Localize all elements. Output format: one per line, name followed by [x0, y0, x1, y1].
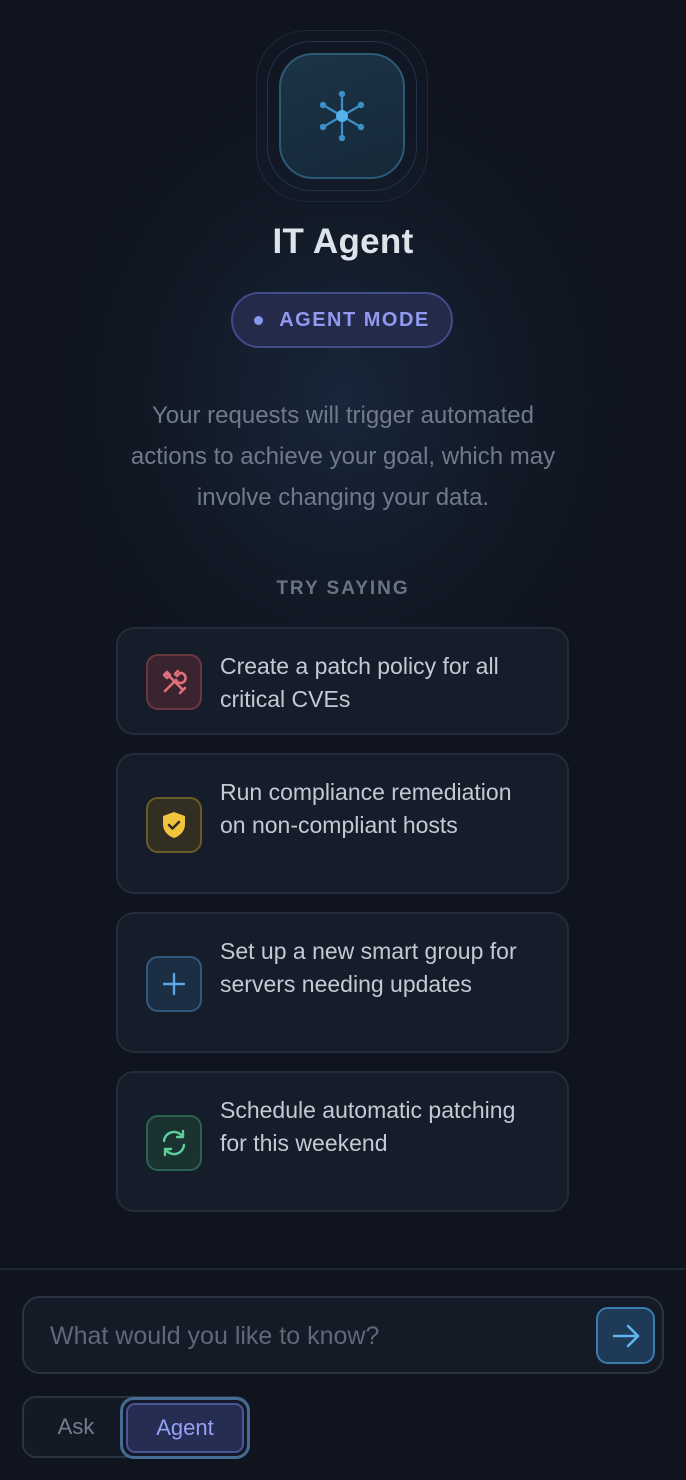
- agent-mode-button[interactable]: Agent: [120, 1397, 250, 1459]
- agent-welcome-screen: IT Agent AGENT MODE Your requests will t…: [0, 0, 686, 1480]
- send-button[interactable]: [596, 1307, 655, 1364]
- suggestion-card[interactable]: Run compliance remediation on non-compli…: [116, 753, 569, 894]
- suggestion-card[interactable]: Schedule automatic patching for this wee…: [116, 1071, 569, 1212]
- suggestion-text: Create a patch policy for all critical C…: [220, 653, 499, 712]
- agent-logo: [279, 53, 405, 179]
- plus-icon: [146, 956, 202, 1012]
- arrow-right-icon: [612, 1324, 639, 1347]
- mode-toggle: Ask Agent: [22, 1396, 250, 1459]
- agent-mode-label: Agent: [126, 1403, 244, 1453]
- message-composer: [22, 1296, 664, 1374]
- agent-description: Your requests will trigger automated act…: [130, 402, 556, 511]
- refresh-icon: [146, 1115, 202, 1171]
- agent-mode-badge: AGENT MODE: [231, 292, 453, 348]
- network-hub-icon: [319, 90, 365, 142]
- page-title: IT Agent: [272, 222, 414, 261]
- composer-divider: [0, 1268, 686, 1270]
- suggestion-card[interactable]: Create a patch policy for all critical C…: [116, 627, 569, 735]
- suggestion-text: Set up a new smart group for servers nee…: [220, 938, 517, 997]
- tools-icon: [146, 654, 202, 710]
- ask-mode-button[interactable]: Ask: [32, 1404, 120, 1450]
- shield-check-icon: [146, 797, 202, 853]
- message-input[interactable]: [50, 1314, 590, 1358]
- suggestion-text: Run compliance remediation on non-compli…: [220, 779, 512, 838]
- mode-badge-label: AGENT MODE: [279, 308, 430, 331]
- status-dot: [254, 315, 264, 325]
- suggestion-card[interactable]: Set up a new smart group for servers nee…: [116, 912, 569, 1053]
- suggestion-text: Schedule automatic patching for this wee…: [220, 1097, 516, 1156]
- suggestions-heading: TRY SAYING: [276, 578, 410, 599]
